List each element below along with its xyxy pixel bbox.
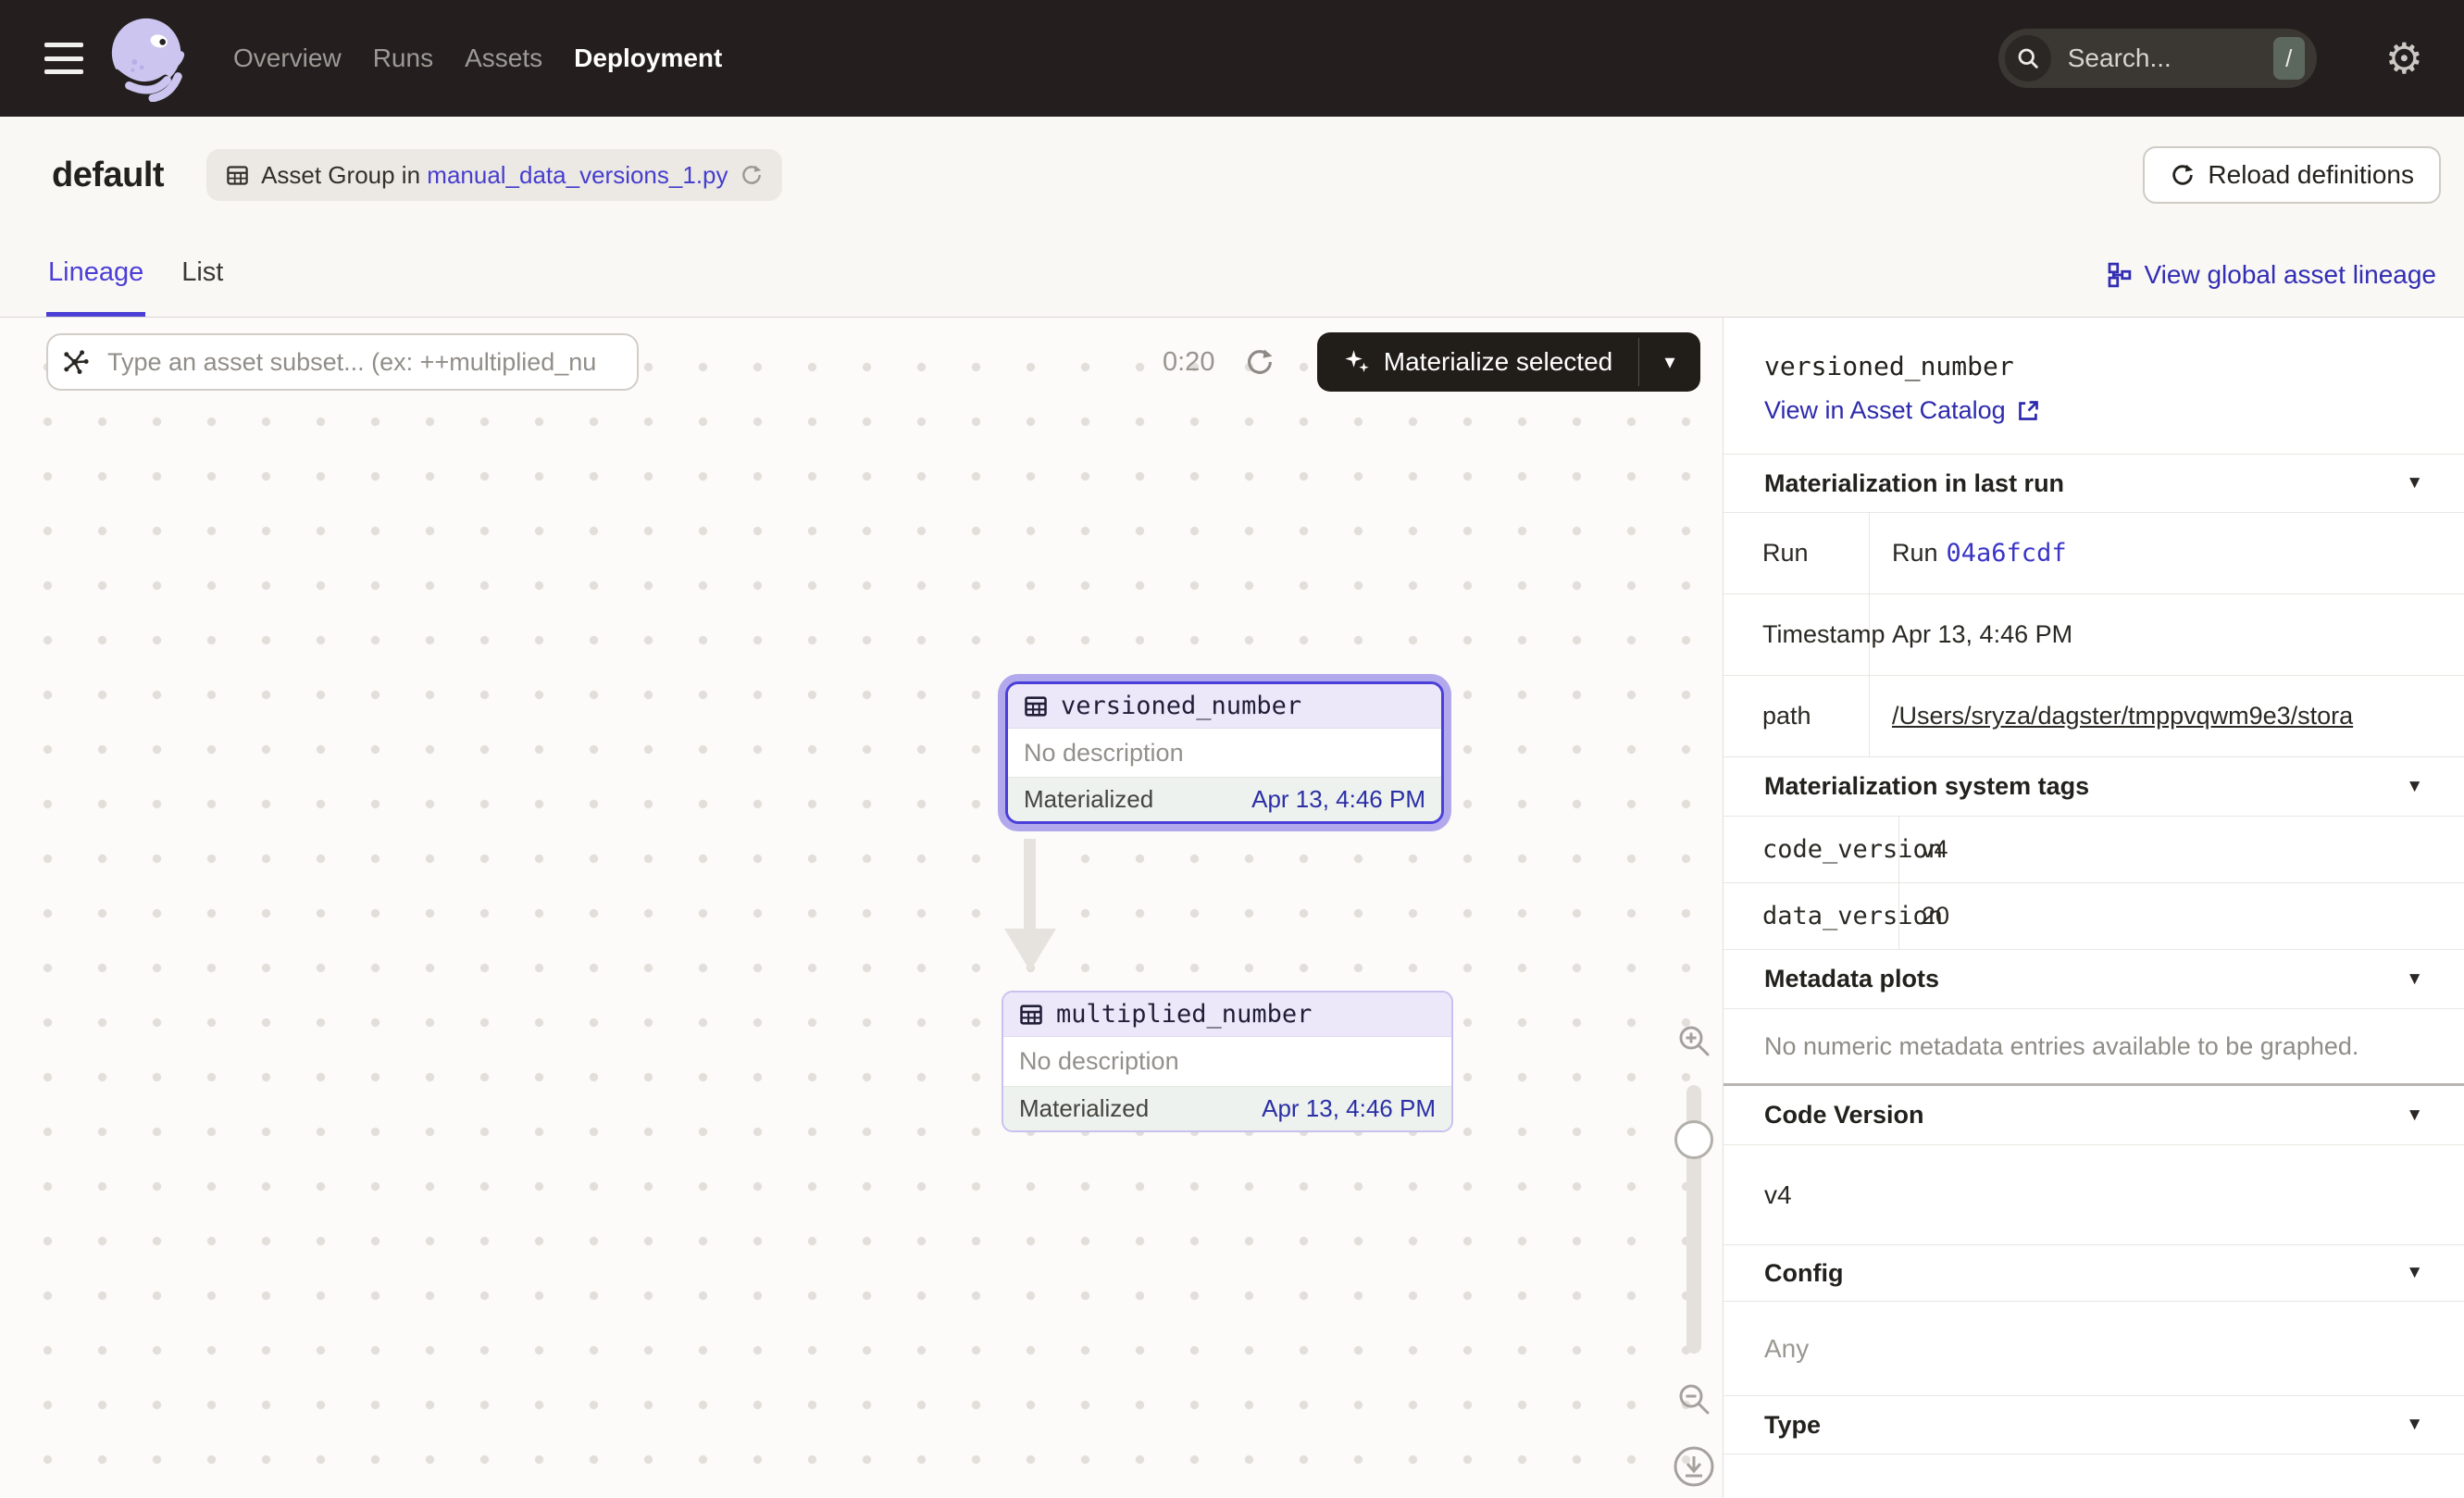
path-link[interactable]: /Users/sryza/dagster/tmppvqwm9e3/stora	[1892, 702, 2353, 730]
materialize-selected-button-group: Materialize selected ▾	[1317, 332, 1700, 392]
table-row-run: Run Run04a6fcdf	[1724, 513, 2464, 594]
nav-item-runs[interactable]: Runs	[373, 44, 433, 73]
nav-item-deployment[interactable]: Deployment	[574, 44, 722, 73]
section-header-type[interactable]: Type▼	[1724, 1396, 2464, 1454]
zoom-slider-handle[interactable]	[1674, 1120, 1713, 1159]
run-id-link[interactable]: 04a6fcdf	[1947, 539, 2067, 568]
metadata-plots-empty-message: No numeric metadata entries available to…	[1724, 1009, 2464, 1083]
chevron-down-icon: ▼	[2406, 1263, 2423, 1283]
zoom-in-icon[interactable]	[1675, 1022, 1712, 1059]
lineage-edge	[1024, 839, 1036, 930]
table-grid-icon	[1023, 693, 1049, 719]
materialize-selected-button[interactable]: Materialize selected	[1317, 332, 1638, 392]
section-header-code-version[interactable]: Code Version▼	[1724, 1086, 2464, 1145]
chevron-down-icon: ▼	[2406, 969, 2423, 990]
chevron-down-icon: ▼	[2406, 473, 2423, 493]
view-global-asset-lineage-link[interactable]: View global asset lineage	[2105, 233, 2436, 317]
table-row-code-version: code_version v4	[1724, 817, 2464, 883]
view-tabs: Lineage List View global asset lineage	[0, 233, 2464, 318]
dagster-logo-icon[interactable]	[106, 15, 193, 102]
tab-list[interactable]: List	[180, 233, 225, 317]
chevron-down-icon: ▼	[2406, 1105, 2423, 1126]
asset-group-tag: Asset Group in manual_data_versions_1.py	[206, 149, 781, 201]
asset-node-name: multiplied_number	[1056, 1000, 1312, 1029]
global-search-input[interactable]: Search... /	[1998, 29, 2317, 88]
section-header-metadata-plots[interactable]: Metadata plots▼	[1724, 950, 2464, 1009]
search-icon	[2005, 35, 2051, 81]
asset-node-versioned-number[interactable]: versioned_number No description Material…	[1005, 681, 1444, 824]
tab-lineage[interactable]: Lineage	[46, 233, 145, 317]
table-grid-icon	[225, 163, 250, 188]
sidebar-asset-title: versioned_number	[1764, 351, 2423, 381]
config-value: Any	[1724, 1302, 2464, 1396]
chevron-down-icon: ▼	[2406, 1415, 2423, 1435]
graph-refresh-icon[interactable]	[1244, 346, 1276, 378]
section-header-system-tags[interactable]: Materialization system tags▼	[1724, 757, 2464, 817]
page-header: default Asset Group in manual_data_versi…	[0, 117, 2464, 233]
section-header-config[interactable]: Config▼	[1724, 1245, 2464, 1302]
asset-node-description: No description	[1003, 1037, 1451, 1086]
asset-node-multiplied-number[interactable]: multiplied_number No description Materia…	[1002, 991, 1453, 1132]
refresh-icon[interactable]	[740, 163, 764, 187]
table-row-data-version: data_version 20	[1724, 883, 2464, 950]
nav-item-overview[interactable]: Overview	[233, 44, 342, 73]
nav-item-assets[interactable]: Assets	[465, 44, 542, 73]
asset-node-status: Materialized	[1024, 785, 1153, 814]
table-grid-icon	[1018, 1002, 1044, 1028]
asset-node-timestamp-link[interactable]: Apr 13, 4:46 PM	[1262, 1094, 1436, 1123]
settings-gear-icon[interactable]: ⚙	[2385, 37, 2423, 80]
zoom-out-icon[interactable]	[1675, 1380, 1712, 1417]
table-row-path: path /Users/sryza/dagster/tmppvqwm9e3/st…	[1724, 676, 2464, 757]
section-header-materialization-last-run[interactable]: Materialization in last run▼	[1724, 454, 2464, 513]
asset-node-description: No description	[1008, 729, 1441, 777]
asset-node-timestamp-link[interactable]: Apr 13, 4:46 PM	[1251, 785, 1425, 814]
lineage-graph-icon	[2105, 261, 2133, 289]
download-image-icon[interactable]	[1672, 1444, 1716, 1489]
materialize-options-caret[interactable]: ▾	[1639, 332, 1700, 392]
table-row-timestamp: Timestamp Apr 13, 4:46 PM	[1724, 594, 2464, 676]
asset-graph-canvas[interactable]: 0:20 Materialize selected ▾	[0, 318, 1724, 1498]
page-title: default	[52, 156, 164, 195]
asset-node-name: versioned_number	[1061, 692, 1301, 720]
search-placeholder: Search...	[2068, 44, 2273, 73]
top-nav: Overview Runs Assets Deployment Search..…	[0, 0, 2464, 117]
refresh-countdown-timer: 0:20	[1163, 333, 1214, 391]
asset-details-sidebar: versioned_number View in Asset Catalog M…	[1724, 318, 2464, 1498]
asset-group-prefix: Asset Group in	[261, 161, 420, 189]
asset-subset-filter-input[interactable]	[46, 333, 639, 391]
sparkles-icon	[1343, 348, 1371, 376]
external-link-icon	[2016, 398, 2041, 423]
reload-definitions-button[interactable]: Reload definitions	[2143, 146, 2441, 204]
search-shortcut-badge: /	[2273, 37, 2305, 80]
asset-group-file-link[interactable]: manual_data_versions_1.py	[427, 161, 728, 189]
asset-node-status: Materialized	[1019, 1094, 1149, 1123]
reload-icon	[2170, 162, 2196, 188]
lineage-edge-arrowhead	[1004, 929, 1056, 971]
view-in-asset-catalog-link[interactable]: View in Asset Catalog	[1764, 396, 2041, 425]
hamburger-menu-icon[interactable]	[44, 43, 83, 74]
asset-graph-filter-icon	[61, 347, 90, 376]
chevron-down-icon: ▼	[2406, 777, 2423, 797]
code-version-value: v4	[1724, 1145, 2464, 1245]
dagster-app: Overview Runs Assets Deployment Search..…	[0, 0, 2464, 1498]
